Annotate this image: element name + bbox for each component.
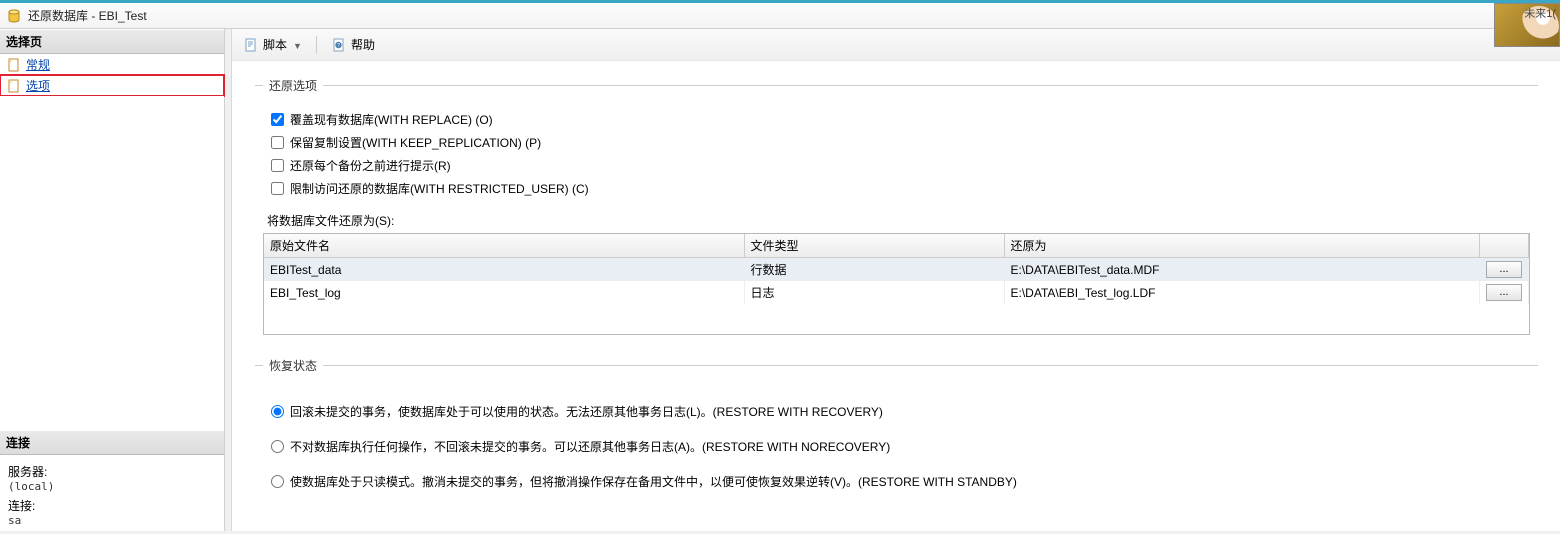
connection-header: 连接 (0, 430, 224, 455)
table-row[interactable]: EBI_Test_log 日志 E:\DATA\EBI_Test_log.LDF… (264, 281, 1529, 304)
col-type-header[interactable]: 文件类型 (744, 234, 1004, 258)
col-orig-header[interactable]: 原始文件名 (264, 234, 744, 258)
cell-type: 日志 (744, 281, 1004, 304)
conn-value: sa (8, 514, 216, 527)
svg-text:?: ? (337, 43, 340, 49)
browse-button[interactable]: ... (1486, 284, 1522, 301)
chk-restricted-label: 限制访问还原的数据库(WITH RESTRICTED_USER) (C) (290, 180, 589, 197)
cell-restoreas[interactable]: E:\DATA\EBITest_data.MDF (1004, 258, 1480, 282)
select-page-header: 选择页 (0, 29, 224, 54)
script-icon (243, 37, 259, 53)
help-button[interactable]: ? 帮助 (327, 34, 379, 55)
chk-overwrite-row[interactable]: 覆盖现有数据库(WITH REPLACE) (O) (263, 108, 1530, 131)
toolbar-divider (316, 36, 317, 54)
restore-options-legend: 还原选项 (263, 77, 323, 94)
chk-overwrite[interactable] (271, 113, 284, 126)
nav-label-options: 选项 (26, 77, 50, 94)
chk-prompt-each-row[interactable]: 还原每个备份之前进行提示(R) (263, 154, 1530, 177)
dropdown-arrow-icon[interactable] (291, 38, 302, 52)
files-restore-label: 将数据库文件还原为(S): (267, 212, 1530, 229)
server-value: (local) (8, 480, 216, 493)
title-bar: 还原数据库 - EBI_Test (0, 3, 1560, 29)
server-label: 服务器: (8, 463, 216, 480)
restore-options-group: 还原选项 覆盖现有数据库(WITH REPLACE) (O) 保留复制设置(WI… (255, 77, 1538, 343)
script-button[interactable]: 脚本 (239, 34, 306, 55)
radio-standby-row[interactable]: 使数据库处于只读模式。撤消未提交的事务，但将撤消操作保存在备用文件中，以便可使恢… (263, 470, 1530, 493)
cell-orig: EBITest_data (264, 258, 744, 282)
window-title: 还原数据库 - EBI_Test (28, 7, 147, 24)
chk-prompt-each-label: 还原每个备份之前进行提示(R) (290, 157, 451, 174)
table-row[interactable]: EBITest_data 行数据 E:\DATA\EBITest_data.MD… (264, 258, 1529, 282)
radio-norecovery[interactable] (271, 440, 284, 453)
recovery-state-group: 恢复状态 回滚未提交的事务，使数据库处于可以使用的状态。无法还原其他事务日志(L… (255, 357, 1538, 513)
radio-recovery-row[interactable]: 回滚未提交的事务，使数据库处于可以使用的状态。无法还原其他事务日志(L)。(RE… (263, 400, 1530, 423)
radio-recovery-label: 回滚未提交的事务，使数据库处于可以使用的状态。无法还原其他事务日志(L)。(RE… (290, 403, 883, 420)
database-icon (6, 8, 22, 24)
chk-overwrite-label: 覆盖现有数据库(WITH REPLACE) (O) (290, 111, 493, 128)
toolbar: 脚本 ? 帮助 (225, 29, 1560, 61)
cell-restoreas[interactable]: E:\DATA\EBI_Test_log.LDF (1004, 281, 1480, 304)
chk-restricted-row[interactable]: 限制访问还原的数据库(WITH RESTRICTED_USER) (C) (263, 177, 1530, 200)
corner-label: 未来1( (1524, 5, 1556, 21)
col-restoreas-header[interactable]: 还原为 (1004, 234, 1480, 258)
page-icon (6, 57, 22, 73)
chk-keep-replication[interactable] (271, 136, 284, 149)
conn-label: 连接: (8, 497, 216, 514)
files-table: 原始文件名 文件类型 还原为 EBITest_data 行数据 (264, 234, 1529, 334)
chk-keep-replication-row[interactable]: 保留复制设置(WITH KEEP_REPLICATION) (P) (263, 131, 1530, 154)
help-icon: ? (331, 37, 347, 53)
browse-button[interactable]: ... (1486, 261, 1522, 278)
page-icon (6, 78, 22, 94)
radio-standby-label: 使数据库处于只读模式。撤消未提交的事务，但将撤消操作保存在备用文件中，以便可使恢… (290, 473, 1017, 490)
radio-norecovery-row[interactable]: 不对数据库执行任何操作，不回滚未提交的事务。可以还原其他事务日志(A)。(RES… (263, 435, 1530, 458)
files-table-wrap: 原始文件名 文件类型 还原为 EBITest_data 行数据 (263, 233, 1530, 335)
radio-standby[interactable] (271, 475, 284, 488)
left-pane: 选择页 常规 选项 连接 服务器: (local (0, 29, 225, 531)
script-label: 脚本 (263, 36, 287, 53)
radio-recovery[interactable] (271, 405, 284, 418)
nav-label-general: 常规 (26, 56, 50, 73)
help-label: 帮助 (351, 36, 375, 53)
cell-type: 行数据 (744, 258, 1004, 282)
nav-item-general[interactable]: 常规 (0, 54, 224, 75)
chk-restricted[interactable] (271, 182, 284, 195)
chk-prompt-each[interactable] (271, 159, 284, 172)
radio-norecovery-label: 不对数据库执行任何操作，不回滚未提交的事务。可以还原其他事务日志(A)。(RES… (290, 438, 890, 455)
chk-keep-replication-label: 保留复制设置(WITH KEEP_REPLICATION) (P) (290, 134, 541, 151)
nav-item-options[interactable]: 选项 (0, 75, 224, 96)
recovery-state-legend: 恢复状态 (263, 357, 323, 374)
cell-orig: EBI_Test_log (264, 281, 744, 304)
